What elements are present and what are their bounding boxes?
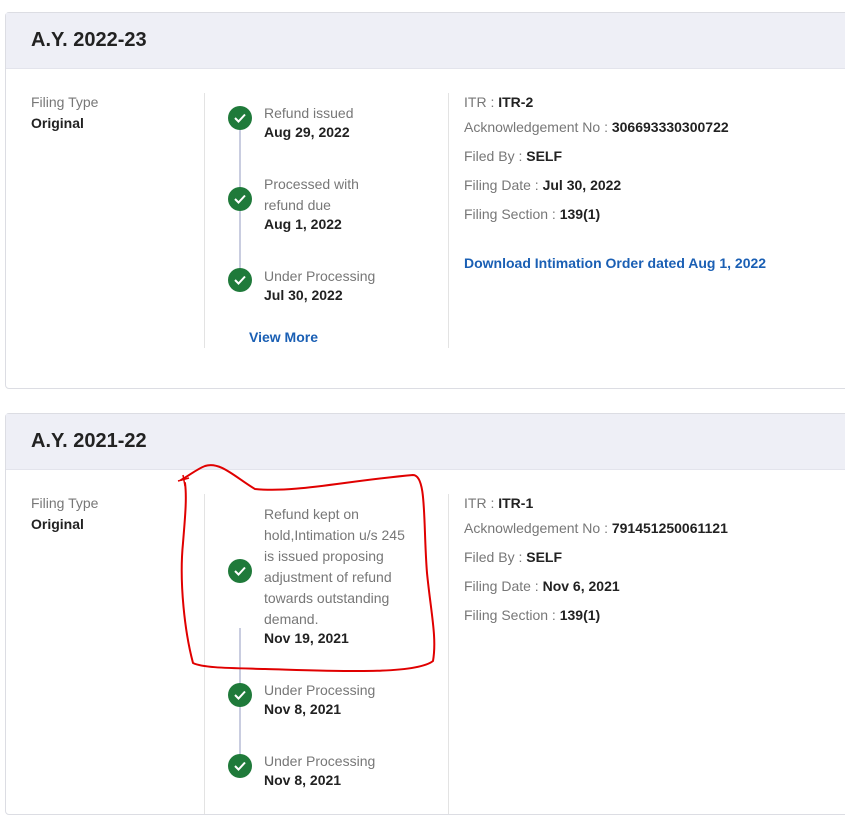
- view-more-link[interactable]: View More: [249, 329, 318, 345]
- timeline-status: Under Processing: [264, 268, 376, 284]
- check-circle-icon: [228, 754, 252, 778]
- filing-date-value: Jul 30, 2022: [542, 177, 622, 193]
- column-divider: [448, 93, 449, 348]
- timeline-date: Nov 8, 2021: [264, 701, 342, 717]
- filing-section-value: 139(1): [559, 206, 601, 222]
- filing-type-label: Filing Type: [31, 495, 99, 511]
- check-circle-icon: [228, 187, 252, 211]
- assessment-year-title: A.Y. 2021-22: [31, 430, 147, 452]
- acknowledgement-value: 306693330300722: [611, 119, 729, 135]
- itr-label: ITR :: [464, 94, 495, 110]
- check-circle-icon: [228, 106, 252, 130]
- acknowledgement-label: Acknowledgement No :: [464, 520, 608, 536]
- filing-section-row: Filing Section : 139(1): [464, 206, 600, 222]
- filed-by-row: Filed By : SELF: [464, 549, 562, 565]
- card-header: A.Y. 2022-23: [6, 13, 845, 69]
- filing-date-label: Filing Date :: [464, 177, 539, 193]
- timeline-date: Aug 29, 2022: [264, 124, 350, 140]
- filing-type-value: Original: [31, 516, 84, 532]
- timeline-date: Jul 30, 2022: [264, 287, 343, 303]
- filing-section-value: 139(1): [559, 607, 601, 623]
- filed-by-value: SELF: [526, 148, 563, 164]
- assessment-year-card-2022-23: A.Y. 2022-23 Filing Type Original Refund…: [5, 12, 845, 389]
- check-circle-icon: [228, 683, 252, 707]
- timeline-status: Under Processing: [264, 682, 376, 698]
- acknowledgement-value: 791451250061121: [611, 520, 728, 536]
- filed-by-label: Filed By :: [464, 148, 523, 164]
- column-divider: [204, 93, 205, 348]
- timeline-status: Under Processing: [264, 753, 376, 769]
- assessment-year-title: A.Y. 2022-23: [31, 29, 147, 51]
- itr-row: ITR : ITR-2: [464, 94, 533, 110]
- acknowledgement-row: Acknowledgement No : 791451250061121: [464, 520, 728, 536]
- check-circle-icon: [228, 268, 252, 292]
- timeline-date: Aug 1, 2022: [264, 216, 342, 232]
- red-annotation-circle: [177, 464, 436, 673]
- timeline-status: Refund issued: [264, 105, 354, 121]
- filing-section-row: Filing Section : 139(1): [464, 607, 600, 623]
- itr-value: ITR-2: [498, 94, 534, 110]
- acknowledgement-row: Acknowledgement No : 306693330300722: [464, 119, 729, 135]
- timeline-date: Nov 8, 2021: [264, 772, 342, 788]
- filing-date-value: Nov 6, 2021: [542, 578, 620, 594]
- itr-label: ITR :: [464, 495, 495, 511]
- itr-value: ITR-1: [498, 495, 534, 511]
- filed-by-label: Filed By :: [464, 549, 523, 565]
- filed-by-value: SELF: [526, 549, 563, 565]
- timeline-status: Processed with refund due: [264, 176, 359, 213]
- acknowledgement-label: Acknowledgement No :: [464, 119, 608, 135]
- filing-type-label: Filing Type: [31, 94, 99, 110]
- filing-date-row: Filing Date : Nov 6, 2021: [464, 578, 620, 594]
- filing-section-label: Filing Section :: [464, 607, 556, 623]
- column-divider: [448, 494, 449, 814]
- itr-row: ITR : ITR-1: [464, 495, 533, 511]
- card-header: A.Y. 2021-22: [6, 414, 845, 470]
- filed-by-row: Filed By : SELF: [464, 148, 562, 164]
- filing-section-label: Filing Section :: [464, 206, 556, 222]
- filing-date-row: Filing Date : Jul 30, 2022: [464, 177, 621, 193]
- download-intimation-order-link[interactable]: Download Intimation Order dated Aug 1, 2…: [464, 255, 766, 271]
- filing-date-label: Filing Date :: [464, 578, 539, 594]
- filing-type-value: Original: [31, 115, 84, 131]
